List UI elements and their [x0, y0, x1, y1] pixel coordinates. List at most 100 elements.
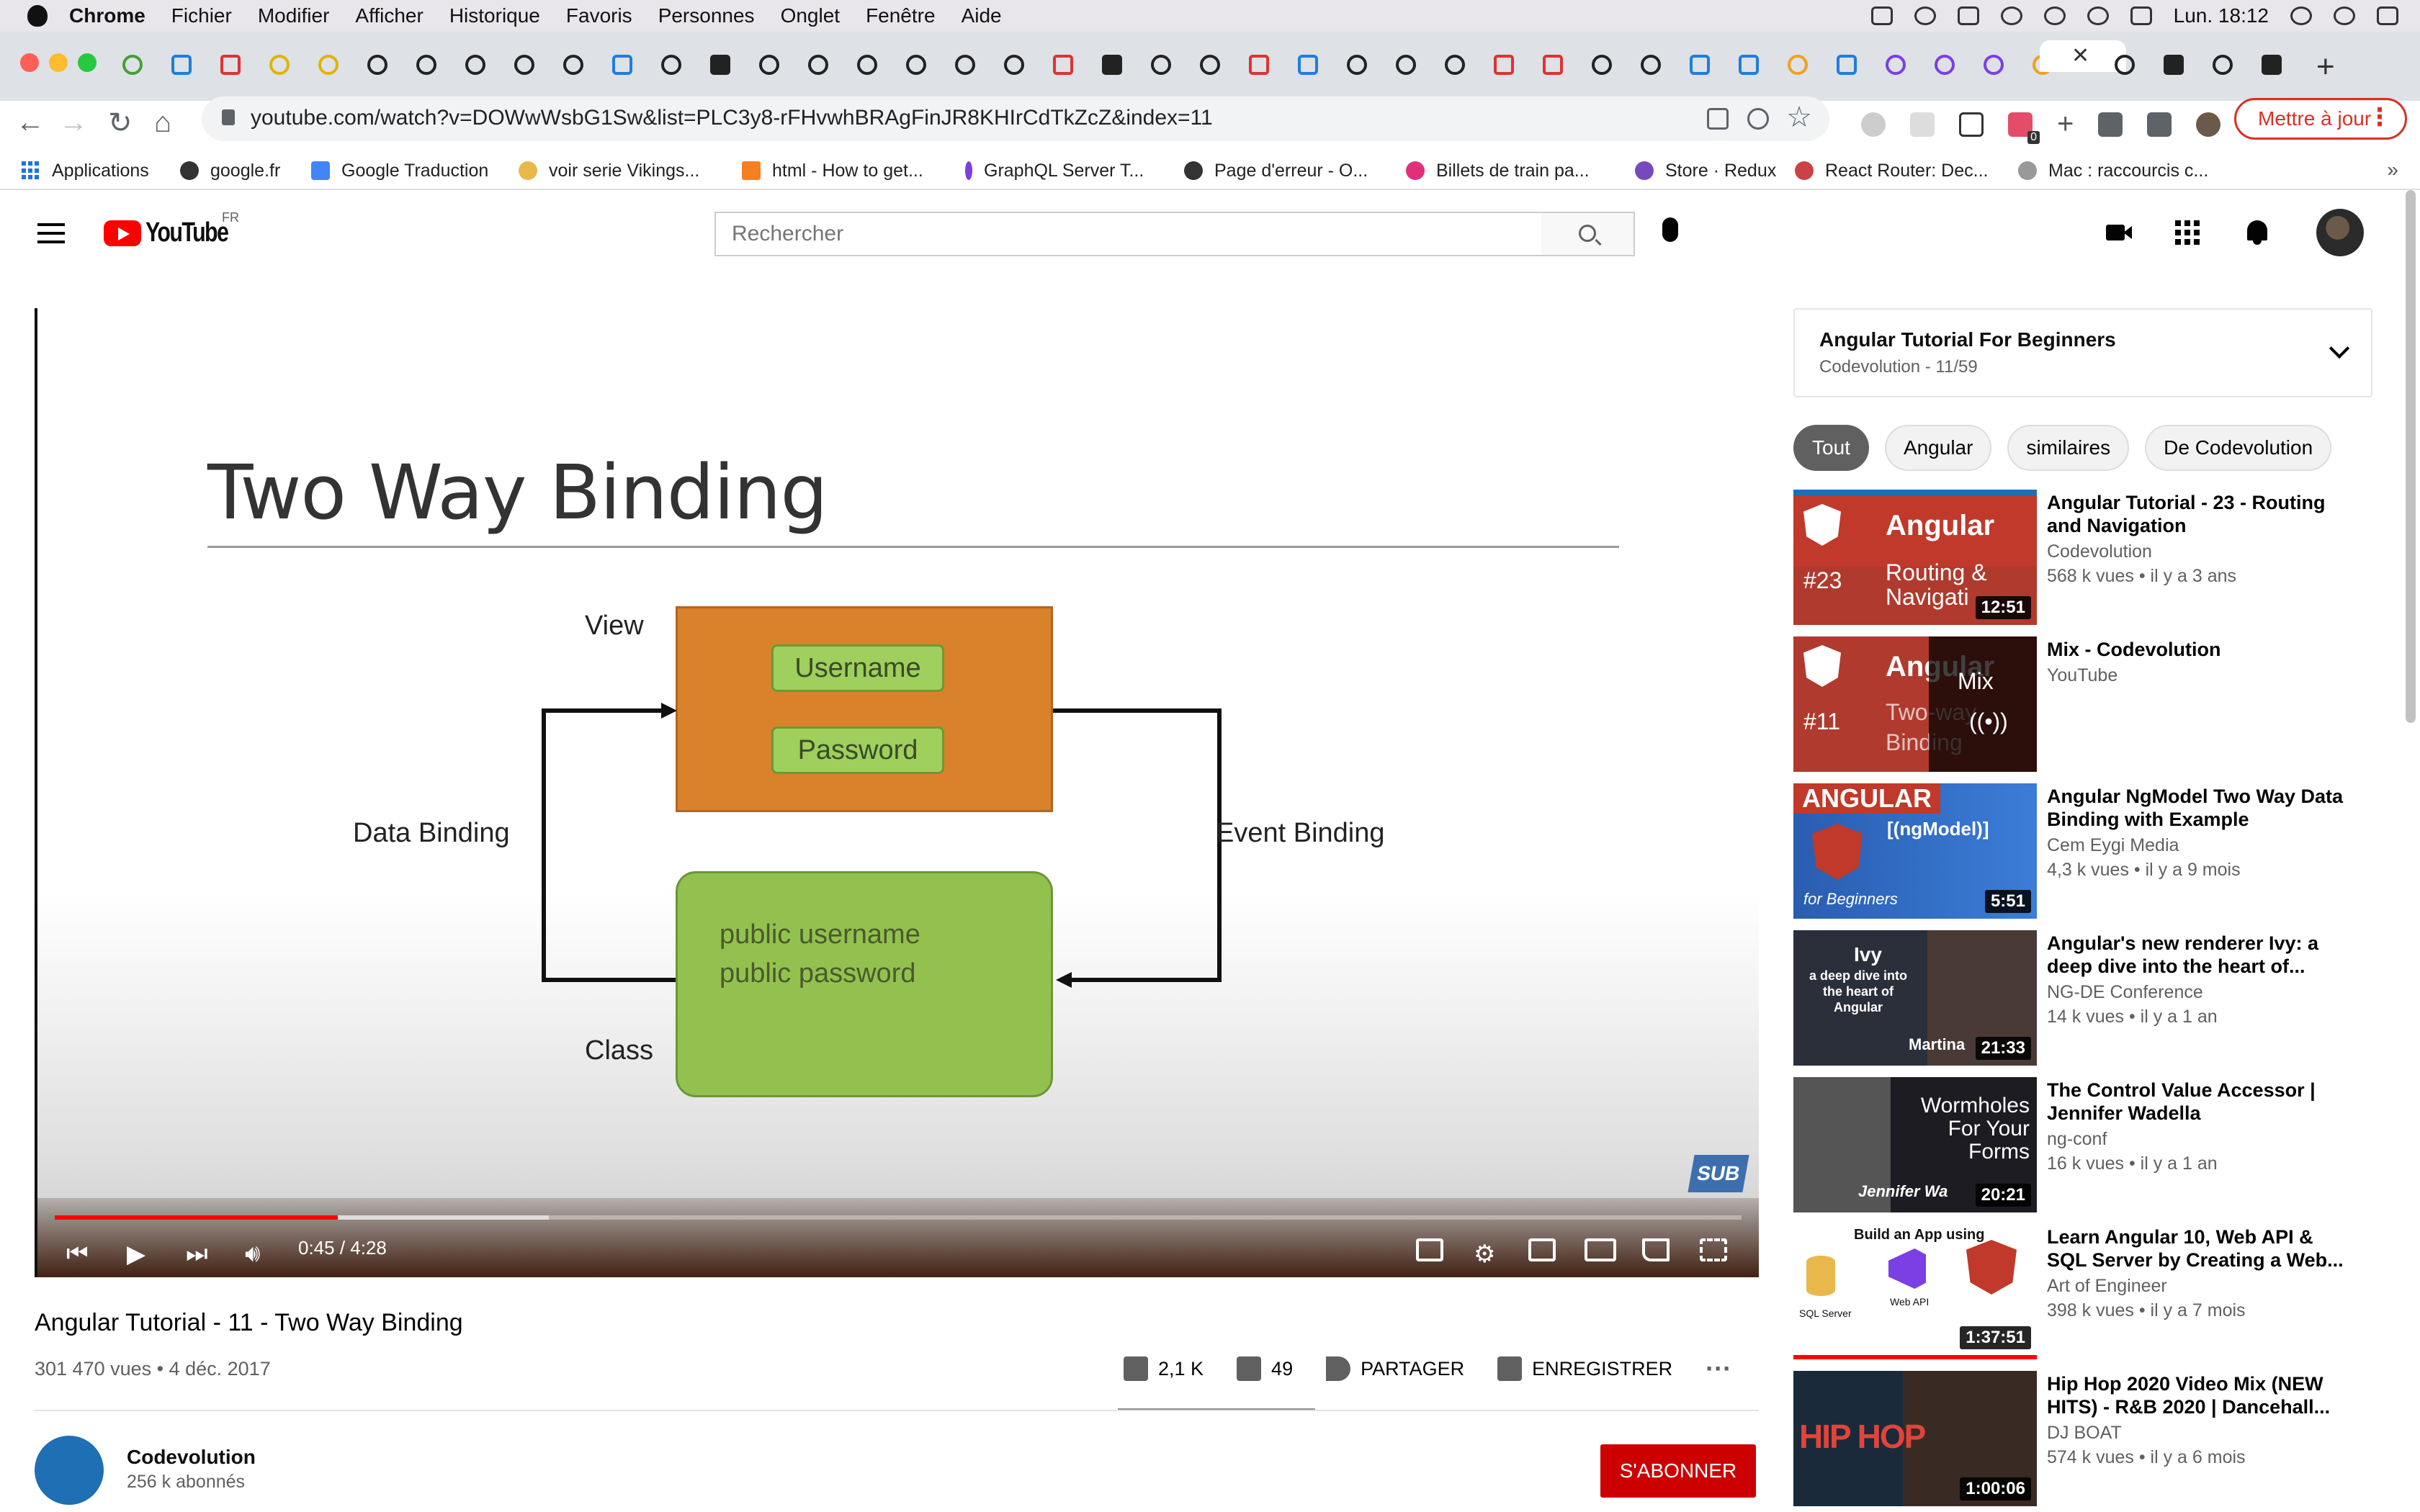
spotlight-icon[interactable] — [2290, 6, 2312, 25]
chip-from-channel[interactable]: De Codevolution — [2145, 425, 2332, 471]
tab-favicon-github-icon[interactable] — [759, 55, 779, 75]
list-item[interactable]: Angular #11 Two-way Binding Mix ((•)) Mi… — [1793, 636, 2391, 783]
back-icon[interactable]: ← — [16, 107, 45, 139]
battery-icon[interactable] — [2130, 6, 2152, 25]
tab-favicon-github-icon[interactable] — [1592, 55, 1612, 75]
menu-window[interactable]: Fenêtre — [866, 4, 936, 27]
tab-favicon-azure-icon[interactable] — [1739, 55, 1759, 75]
qr-code-icon[interactable] — [1707, 108, 1729, 130]
subtitles-icon[interactable] — [1416, 1238, 1443, 1261]
bookmark-graphql[interactable]: GraphQL Server T... — [965, 161, 1144, 181]
forward-icon[interactable]: → — [59, 107, 88, 139]
tab-favicon-github-icon[interactable] — [416, 55, 436, 75]
tab-favicon-github-icon[interactable] — [906, 55, 926, 75]
url-text[interactable]: youtube.com/watch?v=DOWwWsbG1Sw&list=PLC… — [251, 106, 1213, 130]
video-title[interactable]: Angular Tutorial - 23 - Routing and Navi… — [2047, 491, 2349, 537]
video-title[interactable]: Learn Angular 10, Web API & SQL Server b… — [2047, 1225, 2349, 1272]
chip-related[interactable]: similaires — [2007, 425, 2130, 471]
cast-icon[interactable] — [1642, 1238, 1670, 1261]
profile-avatar-icon[interactable] — [2196, 112, 2221, 137]
page-scrollbar[interactable] — [2406, 190, 2416, 723]
hide-eye-icon[interactable] — [1747, 108, 1769, 130]
tab-favicon-mongodb-icon[interactable] — [122, 55, 143, 75]
video-player[interactable]: Two Way Binding View Username Password p… — [35, 308, 1759, 1277]
menu-file[interactable]: Fichier — [171, 4, 232, 27]
menu-hamburger-icon[interactable] — [37, 223, 65, 249]
tab-favicon-github-icon[interactable] — [857, 55, 877, 75]
list-item[interactable]: Build an App using SQL Server Web API 1:… — [1793, 1224, 2391, 1371]
video-thumbnail[interactable]: Angular #23 Routing & Navigati 12:51 — [1793, 490, 2037, 625]
tab-favicon-github-icon[interactable] — [367, 55, 387, 75]
menu-people[interactable]: Personnes — [658, 4, 755, 27]
tab-favicon-trello-icon[interactable] — [171, 55, 192, 75]
tab-favicon-github-icon[interactable] — [955, 55, 975, 75]
bookmarks-overflow-icon[interactable]: » — [2387, 158, 2398, 181]
tab-favicon-folder-icon[interactable] — [318, 55, 339, 75]
like-button[interactable]: 2,1 K — [1124, 1356, 1204, 1381]
search-button[interactable] — [1541, 212, 1635, 256]
tab-favicon-github-icon[interactable] — [1396, 55, 1416, 75]
list-item[interactable]: Angular #23 Routing & Navigati 12:51 Ang… — [1793, 490, 2391, 636]
tab-favicon-angular-icon[interactable] — [2164, 55, 2184, 75]
chip-all[interactable]: Tout — [1793, 425, 1869, 471]
list-item[interactable]: Wormholes For Your Forms Jennifer Wa 20:… — [1793, 1077, 2391, 1224]
video-thumbnail[interactable]: HIP HOP 1:00:06 — [1793, 1371, 2037, 1506]
chevron-down-icon[interactable] — [2329, 338, 2350, 359]
reload-icon[interactable]: ↻ — [108, 107, 133, 140]
subscribe-watermark[interactable]: SUB — [1688, 1155, 1749, 1192]
video-thumbnail[interactable]: ANGULAR [(ngModel)] for Beginners 5:51 — [1793, 783, 2037, 919]
extension-icon[interactable] — [1861, 112, 1886, 137]
media-control-icon[interactable] — [2147, 112, 2172, 137]
video-channel[interactable]: YouTube — [2047, 665, 2118, 686]
add-extension-icon[interactable]: + — [2057, 108, 2074, 140]
channel-avatar[interactable] — [35, 1436, 104, 1505]
notifications-bell-icon[interactable] — [2244, 220, 2270, 245]
video-channel[interactable]: NG-DE Conference — [2047, 982, 2203, 1003]
fullscreen-icon[interactable] — [1700, 1238, 1727, 1261]
tab-favicon-youtube-icon[interactable] — [220, 55, 241, 75]
airplay-icon[interactable] — [1957, 6, 1979, 25]
tab-favicon-azure-icon[interactable] — [1298, 55, 1318, 75]
play-icon[interactable]: ▶ — [127, 1240, 145, 1269]
minimize-window-button[interactable] — [49, 53, 68, 72]
video-channel[interactable]: Codevolution — [2047, 541, 2152, 562]
menu-help[interactable]: Aide — [962, 4, 1002, 27]
playlist-panel[interactable]: Angular Tutorial For Beginners Codevolut… — [1793, 308, 2372, 397]
save-button[interactable]: ENREGISTRER — [1497, 1356, 1672, 1381]
video-channel[interactable]: DJ BOAT — [2047, 1423, 2122, 1444]
tab-favicon-github-icon[interactable] — [514, 55, 534, 75]
tab-favicon-music-icon[interactable] — [1543, 55, 1563, 75]
wifi-icon[interactable] — [2087, 6, 2109, 25]
video-thumbnail[interactable]: Build an App using SQL Server Web API 1:… — [1793, 1224, 2037, 1359]
bookmark-vikings[interactable]: voir serie Vikings... — [519, 161, 699, 181]
channel-name[interactable]: Codevolution — [127, 1446, 256, 1469]
tab-favicon-azure-icon[interactable] — [1837, 55, 1857, 75]
bookmark-redux-store[interactable]: Store · Redux — [1635, 161, 1776, 181]
address-bar[interactable]: youtube.com/watch?v=DOWwWsbG1Sw&list=PLC… — [202, 96, 1829, 141]
tab-favicon-angular-icon[interactable] — [2262, 55, 2282, 75]
menu-app-name[interactable]: Chrome — [69, 4, 145, 27]
video-title[interactable]: Hip Hop 2020 Video Mix (NEW HITS) - R&B … — [2047, 1372, 2349, 1418]
dislike-button[interactable]: 49 — [1237, 1356, 1293, 1381]
home-icon[interactable]: ⌂ — [154, 107, 171, 139]
extension-icon[interactable] — [1910, 112, 1935, 137]
tab-favicon-book-icon[interactable] — [1004, 55, 1024, 75]
tab-favicon-github-icon[interactable] — [563, 55, 583, 75]
bookmark-mac-shortcuts[interactable]: Mac : raccourcis c... — [2018, 161, 2208, 181]
tab-favicon-github-icon[interactable] — [1200, 55, 1220, 75]
time-machine-icon[interactable] — [2000, 6, 2022, 25]
bookmark-star-icon[interactable]: ☆ — [1786, 101, 1812, 134]
bookmark-google[interactable]: google.fr — [180, 161, 280, 181]
video-title[interactable]: Angular NgModel Two Way Data Binding wit… — [2047, 785, 2349, 831]
next-icon[interactable]: ⏭ — [186, 1240, 208, 1268]
bookmark-html-how-to[interactable]: html - How to get... — [742, 161, 923, 181]
globe-icon[interactable] — [1914, 6, 1936, 25]
more-actions-button[interactable]: ··· — [1706, 1354, 1731, 1384]
tab-favicon-music-icon[interactable] — [1053, 55, 1073, 75]
tab-favicon-github-icon[interactable] — [1151, 55, 1171, 75]
video-title[interactable]: The Control Value Accessor | Jennifer Wa… — [2047, 1079, 2349, 1125]
close-window-button[interactable] — [20, 53, 39, 72]
bookmark-apps[interactable]: Applications — [22, 161, 149, 181]
extension-badge-icon[interactable]: 0 — [2008, 112, 2040, 144]
tab-favicon-folder-icon[interactable] — [269, 55, 290, 75]
